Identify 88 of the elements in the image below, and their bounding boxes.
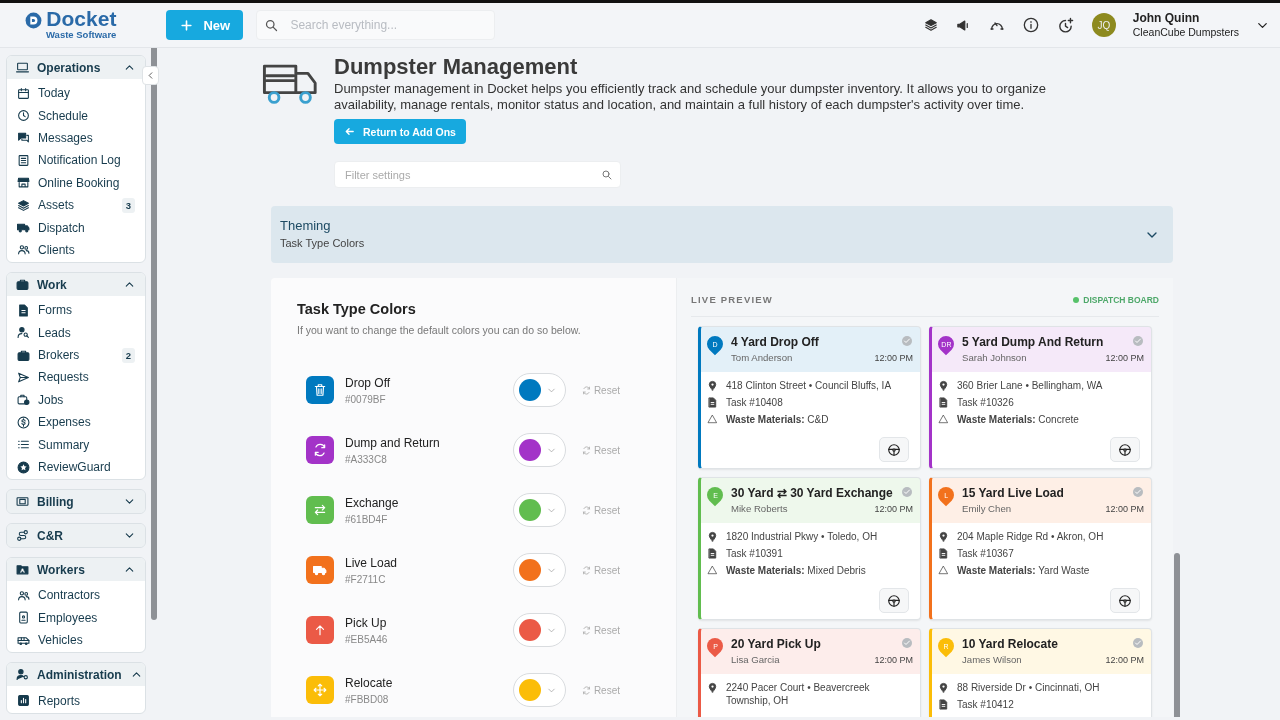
sidebar-item[interactable]: Requests xyxy=(7,366,145,389)
sidebar-item[interactable]: Summary xyxy=(7,433,145,456)
task-time: 12:00 PM xyxy=(1105,503,1144,514)
count-badge: 2 xyxy=(121,347,135,363)
section-header[interactable]: Work xyxy=(7,273,145,297)
task-type-name: Exchange xyxy=(345,495,400,510)
brand-tagline: Waste Software xyxy=(46,29,117,41)
hex-code: #EB5A46 xyxy=(345,633,389,645)
task-time: 12:00 PM xyxy=(874,352,913,363)
sidebar-item[interactable]: Today xyxy=(7,82,145,105)
task-number: Task #10408 xyxy=(726,396,783,409)
hex-code: #A333C8 xyxy=(345,453,388,465)
panel-subtitle: Task Type Colors xyxy=(280,237,365,249)
task-title: 10 Yard Relocate xyxy=(962,637,1059,652)
section-header[interactable]: C&R xyxy=(7,524,145,548)
task-address: 2240 Pacer Court • Beavercreek Township, OH xyxy=(726,681,871,707)
task-number: Task #10326 xyxy=(957,396,1014,409)
task-number: Task #10412 xyxy=(957,698,1014,711)
brand-name: Docket xyxy=(46,9,117,29)
task-type-name: Dump and Return xyxy=(345,435,441,450)
task-title: 15 Yard Live Load xyxy=(962,486,1065,501)
sidebar-item[interactable]: Online Booking xyxy=(7,171,145,194)
company-name: CleanCube Dumpsters xyxy=(1132,25,1239,39)
sidebar-item[interactable]: Dispatch xyxy=(7,216,145,239)
customer-name: Mike Roberts xyxy=(731,503,788,514)
task-address: 1820 Industrial Pkwy • Toledo, OH xyxy=(726,530,878,543)
sidebar-item[interactable]: Notification Log xyxy=(7,149,145,172)
board-tag: DISPATCH BOARD xyxy=(1073,294,1159,305)
waste-materials: Waste Materials: Mixed Debris xyxy=(726,564,866,577)
task-time: 12:00 PM xyxy=(1105,654,1144,665)
sidebar-item[interactable]: Vehicles xyxy=(7,629,145,652)
hex-code: #FBBD08 xyxy=(345,693,390,705)
page-title: Dumpster Management xyxy=(334,54,579,80)
section-title: Task Type Colors xyxy=(297,300,417,318)
task-time: 12:00 PM xyxy=(874,503,913,514)
sidebar-item[interactable]: Forms xyxy=(7,299,145,322)
theming-panel[interactable]: Theming Task Type Colors xyxy=(271,206,1173,263)
task-title: 30 Yard ⇄ 30 Yard Exchange xyxy=(731,486,894,501)
section-header[interactable]: Workers xyxy=(7,558,145,582)
task-address: 418 Clinton Street • Council Bluffs, IA xyxy=(726,379,892,392)
sidebar-item[interactable]: Leads xyxy=(7,321,145,344)
hex-code: #F2711C xyxy=(345,573,387,585)
task-time: 12:00 PM xyxy=(874,654,913,665)
waste-materials: Waste Materials: C&D xyxy=(726,413,829,426)
task-address: 88 Riverside Dr • Cincinnati, OH xyxy=(957,681,1100,694)
sidebar-item[interactable]: Reports xyxy=(7,689,145,712)
section-subtitle: If you want to change the default colors you can do so below. xyxy=(297,324,582,336)
sidebar-item[interactable]: Clients xyxy=(7,238,145,262)
customer-name: Tom Anderson xyxy=(731,352,793,363)
count-badge: 3 xyxy=(121,197,135,213)
sidebar-item[interactable]: Jobs xyxy=(7,388,145,412)
hex-code: #61BD4F xyxy=(345,513,389,525)
sidebar-item[interactable]: Expenses xyxy=(7,411,145,434)
sidebar-item[interactable]: Contractors xyxy=(7,584,145,607)
hex-code: #0079BF xyxy=(345,393,387,405)
filter-field[interactable]: Filter settings xyxy=(334,161,621,188)
waste-materials: Waste Materials: Yard Waste xyxy=(957,564,1090,577)
task-type-name: Relocate xyxy=(345,675,394,690)
task-address: 204 Maple Ridge Rd • Akron, OH xyxy=(957,530,1104,543)
task-type-name: Live Load xyxy=(345,555,399,570)
section-header[interactable]: Administration xyxy=(7,663,145,687)
task-title: 20 Yard Pick Up xyxy=(731,637,822,652)
task-address: 360 Brier Lane • Bellingham, WA xyxy=(957,379,1103,392)
search-field[interactable]: Search everything... xyxy=(256,10,496,40)
task-number: Task #10391 xyxy=(726,547,783,560)
sidebar-item[interactable]: Assets 3 xyxy=(7,193,145,217)
panel-title: Theming xyxy=(280,218,332,233)
sidebar-item[interactable]: Schedule xyxy=(7,104,145,127)
task-number: Task #10367 xyxy=(957,547,1014,560)
page-description: Dumpster management in Docket helps you efficiently track and schedule your dumpster inventory. It allows you to organize availability, manage rentals, monitor status and location, and maintain a full history of each dumpster's activity over time. xyxy=(334,81,1047,113)
customer-name: Emily Chen xyxy=(962,503,1012,514)
customer-name: Sarah Johnson xyxy=(962,352,1027,363)
task-title: 5 Yard Dump And Return xyxy=(962,335,1105,350)
sidebar-item[interactable]: Employees xyxy=(7,606,145,630)
customer-name: James Wilson xyxy=(962,654,1022,665)
task-type-name: Pick Up xyxy=(345,615,388,630)
sidebar-item[interactable]: ReviewGuard xyxy=(7,455,145,479)
customer-name: Lisa Garcia xyxy=(731,654,780,665)
sidebar-item[interactable]: Messages xyxy=(7,126,145,150)
sidebar-item[interactable]: Brokers 2 xyxy=(7,343,145,367)
section-header[interactable]: Billing xyxy=(7,490,145,514)
task-title: 4 Yard Drop Off xyxy=(731,335,820,350)
task-time: 12:00 PM xyxy=(1105,352,1144,363)
user-name: John Quinn xyxy=(1132,11,1201,25)
task-type-name: Drop Off xyxy=(345,375,392,390)
section-header[interactable]: Operations xyxy=(7,56,145,79)
waste-materials: Waste Materials: Concrete xyxy=(957,413,1079,426)
preview-label: LIVE PREVIEW xyxy=(691,294,773,305)
